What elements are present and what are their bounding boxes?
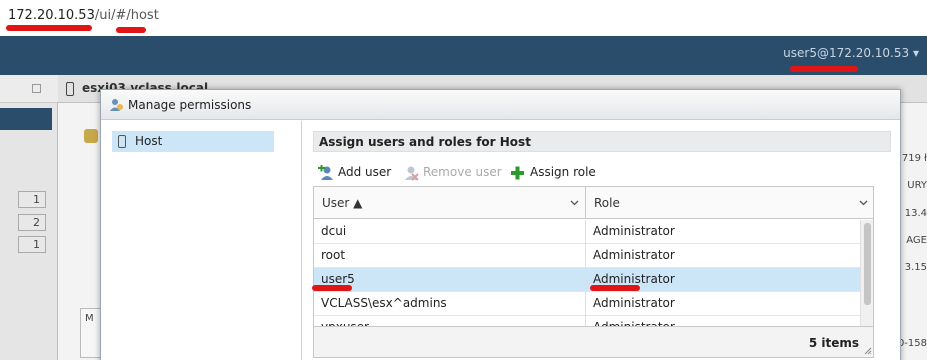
permissions-grid: User ▲ Role dcui Administrator root Admi… <box>313 186 874 358</box>
count-badge: 2 <box>18 214 46 231</box>
grid-footer: 5 items <box>314 326 873 357</box>
remove-user-button[interactable]: Remove user <box>403 164 503 182</box>
column-header-label: Role <box>594 196 620 210</box>
fragment-text: 13.4 <box>904 208 927 219</box>
user-permissions-icon <box>110 99 123 111</box>
plus-icon <box>511 166 524 180</box>
user-cell: VCLASS\esx^admins <box>314 292 586 316</box>
table-row-selected[interactable]: user5 Administrator <box>314 268 860 292</box>
url-text[interactable]: 172.20.10.53/ui/#/host <box>8 8 159 23</box>
user-cell: root <box>314 244 586 268</box>
host-icon <box>66 82 74 96</box>
assign-role-button[interactable]: Assign role <box>510 164 600 182</box>
annotation-underline <box>312 285 352 291</box>
host-icon <box>118 135 126 148</box>
dialog-title: Manage permissions <box>128 98 252 112</box>
navigator-selected-item[interactable] <box>0 108 52 130</box>
tree-item-label: Host <box>135 134 163 148</box>
column-header-label: User ▲ <box>322 196 363 210</box>
manage-permissions-dialog: Manage permissions Host Assign users and… <box>100 89 901 360</box>
user-label: user5@172.20.10.53 <box>783 46 910 60</box>
annotation-underline <box>6 25 92 31</box>
url-host: 172.20.10.53 <box>8 8 95 23</box>
section-title: Assign users and roles for Host <box>319 135 531 149</box>
url-path: /ui/#/host <box>94 8 159 23</box>
column-header-user[interactable]: User ▲ <box>314 187 586 219</box>
tag-icon <box>84 129 98 143</box>
tree-item-host[interactable]: Host <box>112 131 274 152</box>
object-tree: Host <box>101 121 302 360</box>
annotation-underline <box>590 285 640 291</box>
role-cell: Administrator <box>593 224 675 238</box>
chevron-down-icon: ▾ <box>912 46 919 60</box>
role-cell: Administrator <box>593 248 675 262</box>
scrollbar-thumb[interactable] <box>864 223 871 305</box>
user-cell: dcui <box>314 220 586 244</box>
resize-grip-icon[interactable] <box>864 347 872 355</box>
annotation-underline <box>790 66 858 72</box>
panel-toggle-icon[interactable] <box>32 84 41 93</box>
app-header: user5@172.20.10.53 ▾ <box>0 36 927 75</box>
navigator-panel: 1 2 1 <box>0 75 58 360</box>
add-user-icon <box>318 165 333 180</box>
fragment-text: 3.15 <box>904 262 927 273</box>
role-cell: Administrator <box>593 296 675 310</box>
remove-user-icon <box>405 166 419 181</box>
count-badge: 1 <box>18 191 46 208</box>
section-header: Assign users and roles for Host <box>313 131 891 152</box>
chevron-down-icon[interactable] <box>570 198 579 207</box>
chevron-down-icon[interactable] <box>859 198 868 207</box>
navigator-header <box>0 75 58 103</box>
add-user-label: Add user <box>338 165 392 179</box>
count-badge: 1 <box>18 236 46 253</box>
collapsed-section-label: M <box>85 313 94 324</box>
add-user-button[interactable]: Add user <box>318 164 408 182</box>
fragment-text: AGE <box>906 235 927 246</box>
fragment-text: 719 ł <box>901 153 927 164</box>
fragment-text: 0-158 <box>897 338 927 349</box>
item-count: 5 items <box>808 336 859 350</box>
table-row[interactable]: VCLASS\esx^admins Administrator <box>314 292 860 316</box>
dialog-titlebar[interactable]: Manage permissions <box>101 90 900 120</box>
vertical-scrollbar[interactable] <box>860 220 873 326</box>
remove-user-label: Remove user <box>423 165 502 179</box>
table-row[interactable]: root Administrator <box>314 244 860 268</box>
annotation-underline <box>116 27 146 33</box>
column-header-role[interactable]: Role <box>586 187 873 219</box>
right-panel-fragment: 719 ł URY 13.4 AGE 3.15 0-158 <box>897 145 927 360</box>
user-menu[interactable]: user5@172.20.10.53 ▾ <box>783 46 919 60</box>
user-cell: user5 <box>314 268 586 292</box>
table-row[interactable]: dcui Administrator <box>314 220 860 244</box>
assign-role-label: Assign role <box>530 165 596 179</box>
fragment-text: URY <box>907 180 927 191</box>
